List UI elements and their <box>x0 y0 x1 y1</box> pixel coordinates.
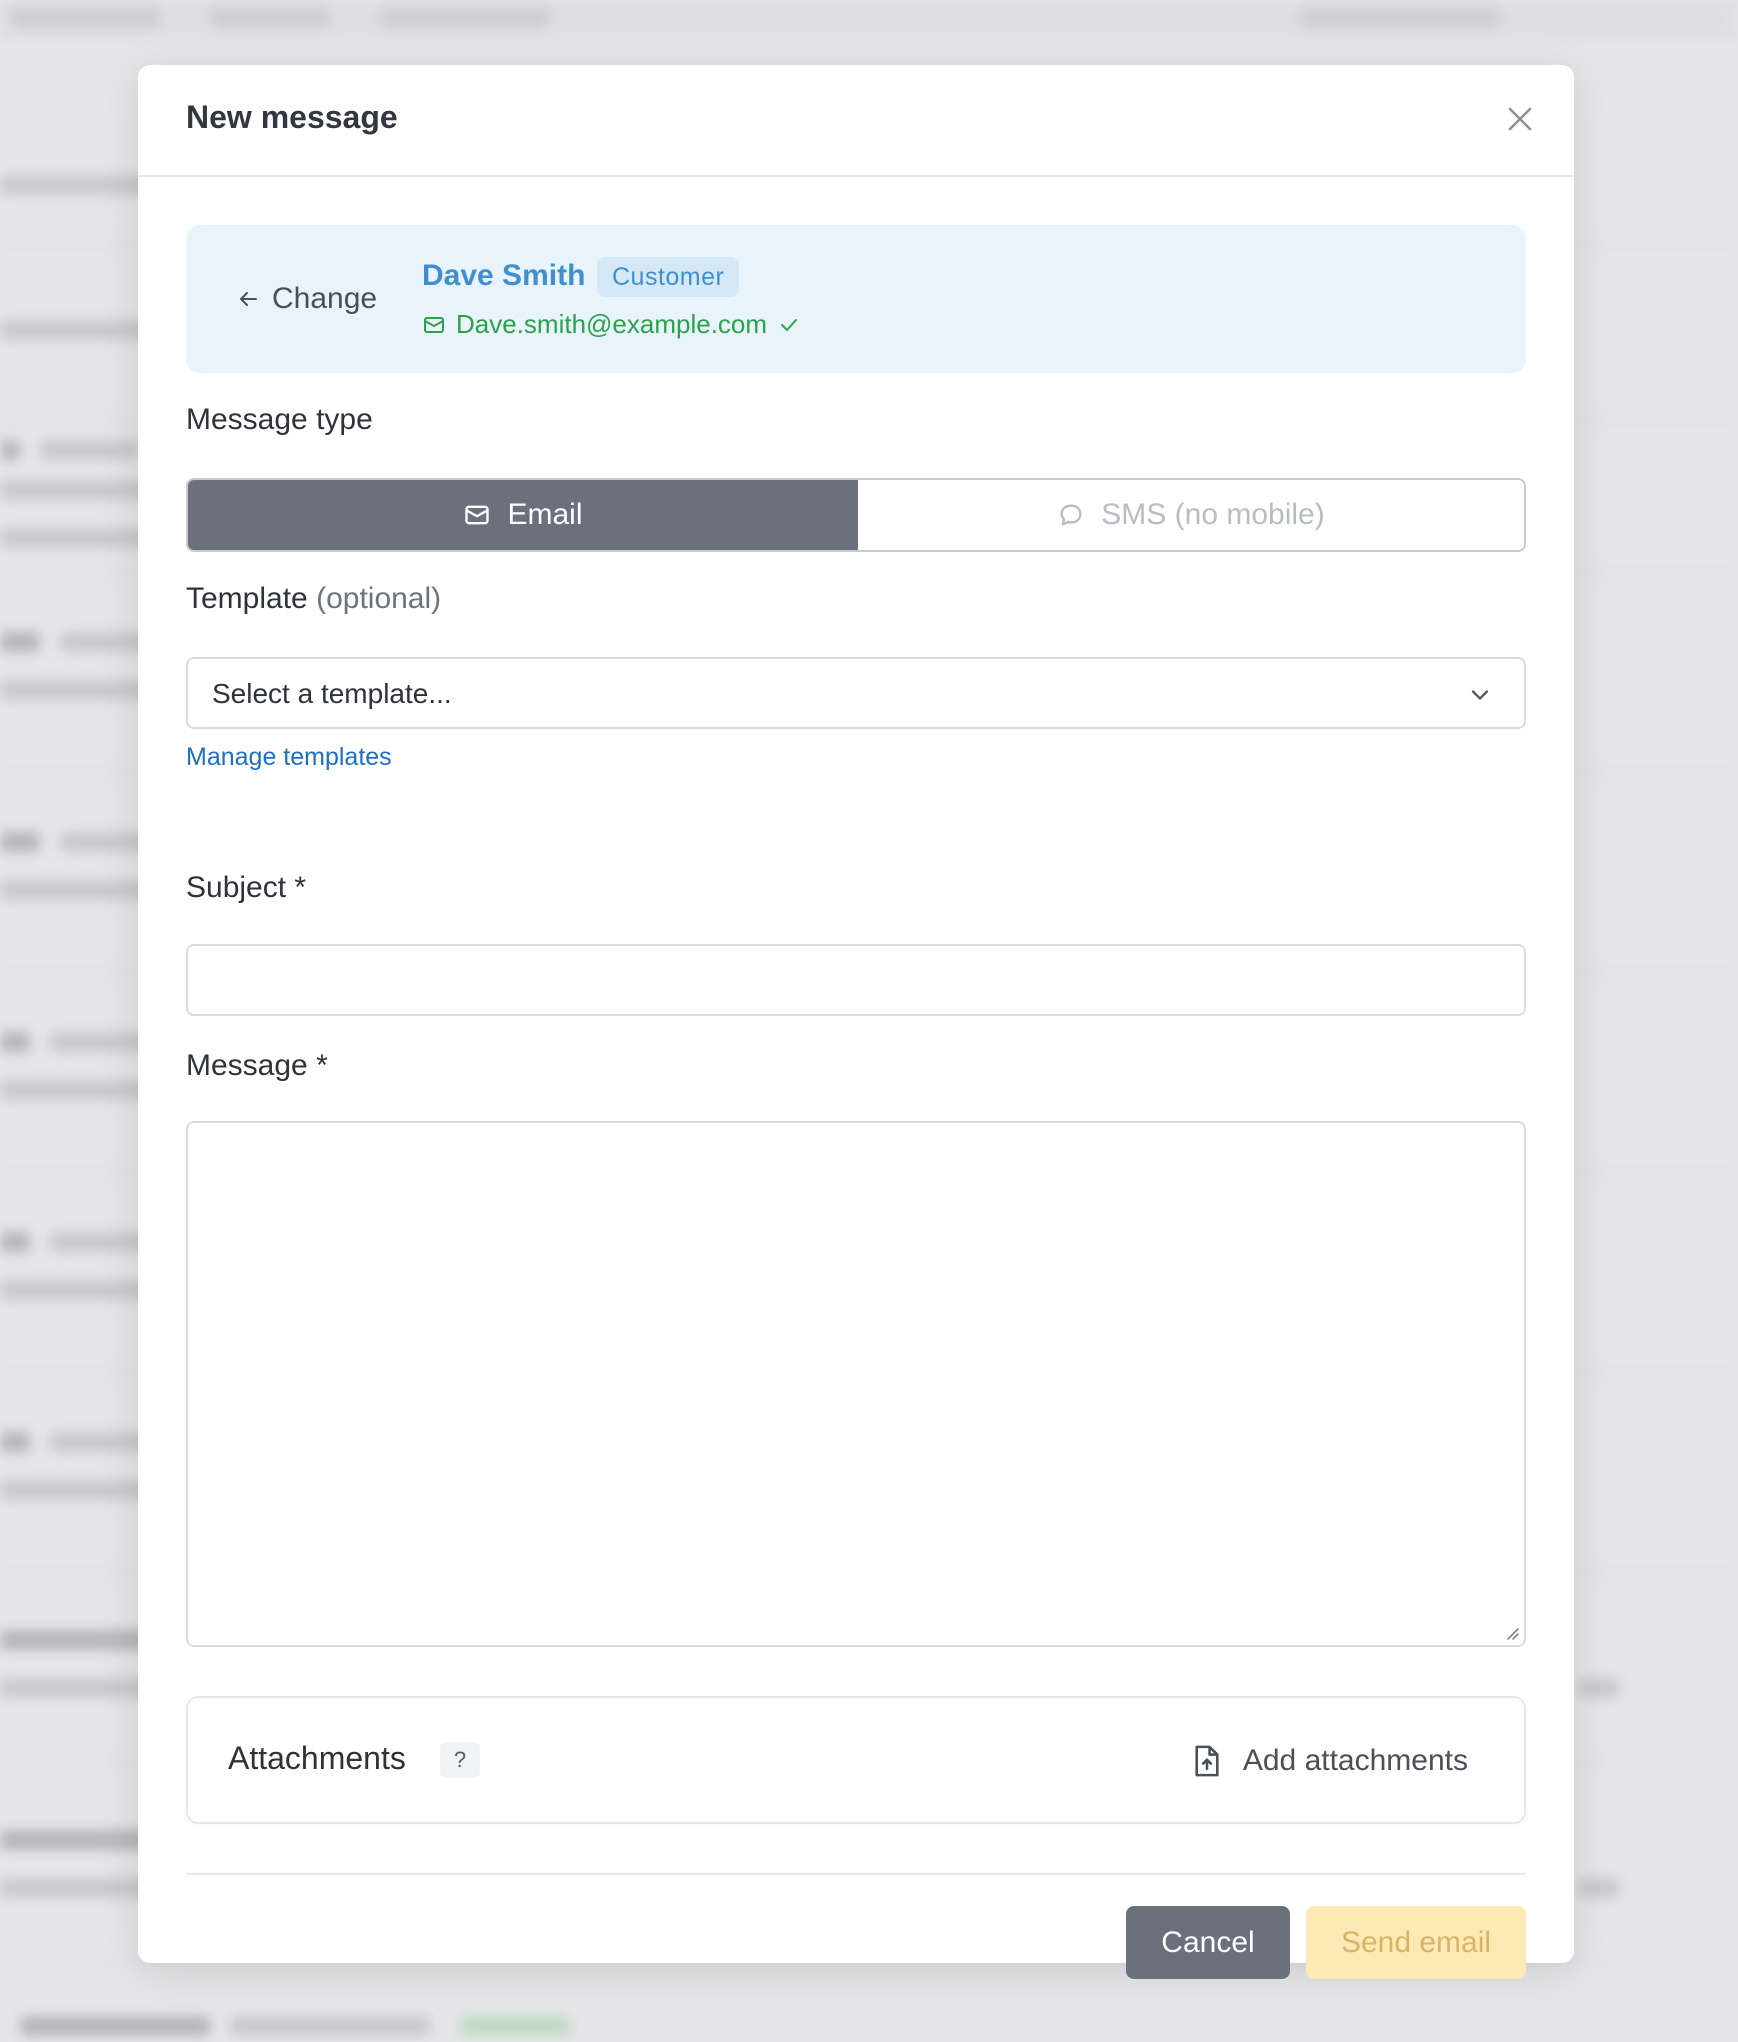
template-label-text: Template <box>186 582 308 615</box>
chat-bubble-icon <box>1060 504 1082 526</box>
manage-templates-link[interactable]: Manage templates <box>186 743 392 772</box>
template-select-value: Select a template... <box>212 678 452 709</box>
dialog-title: New message <box>186 99 398 135</box>
recipient-name: Dave Smith <box>422 259 586 292</box>
message-label: Message * <box>186 1049 328 1082</box>
resize-handle-icon[interactable] <box>1504 1625 1520 1641</box>
send-email-button[interactable]: Send email <box>1306 1906 1526 1979</box>
recipient-card: Change Dave Smith Customer Dave.smith@ex… <box>186 225 1526 373</box>
close-button[interactable] <box>1500 99 1540 139</box>
close-icon <box>1508 107 1532 131</box>
change-label: Change <box>272 282 378 315</box>
template-optional-hint: (optional) <box>316 582 442 615</box>
dialog-header: New message <box>138 65 1574 177</box>
footer-divider <box>186 1873 1526 1875</box>
chevron-down-icon <box>1471 690 1489 700</box>
subject-input[interactable] <box>186 944 1526 1016</box>
file-upload-icon <box>1195 1745 1219 1777</box>
template-select[interactable]: Select a template... <box>186 657 1526 729</box>
recipient-email: Dave.smith@example.com <box>422 309 801 340</box>
message-textarea[interactable] <box>186 1121 1526 1647</box>
attachments-title: Attachments <box>228 1740 406 1776</box>
arrow-left-icon <box>240 292 257 306</box>
subject-label: Subject * <box>186 871 307 904</box>
change-recipient-button[interactable]: Change <box>236 279 377 319</box>
add-attachments-button[interactable]: Add attachments <box>1191 1738 1468 1784</box>
check-icon <box>781 318 798 331</box>
recipient-type-badge: Customer <box>597 257 740 297</box>
mail-icon <box>424 316 444 333</box>
background-topbar <box>0 0 1738 40</box>
attachments-panel: Attachments ? Add attachments <box>186 1696 1526 1824</box>
add-attachments-label: Add attachments <box>1242 1744 1468 1777</box>
message-type-email-option[interactable]: Email <box>188 480 858 550</box>
message-type-sms-option[interactable]: SMS (no mobile) <box>858 480 1524 550</box>
cancel-button[interactable]: Cancel <box>1126 1906 1290 1979</box>
template-label: Template (optional) <box>186 582 441 616</box>
recipient-email-text: Dave.smith@example.com <box>456 309 768 339</box>
new-message-dialog: New message Change Dave Smith Customer D… <box>138 65 1574 1979</box>
email-option-label: Email <box>507 498 583 531</box>
attachments-help-badge[interactable]: ? <box>440 1742 480 1778</box>
message-type-label: Message type <box>186 403 373 436</box>
sms-option-label: SMS (no mobile) <box>1101 498 1325 531</box>
mail-icon <box>465 505 490 525</box>
message-type-toggle: Email SMS (no mobile) <box>186 478 1526 552</box>
